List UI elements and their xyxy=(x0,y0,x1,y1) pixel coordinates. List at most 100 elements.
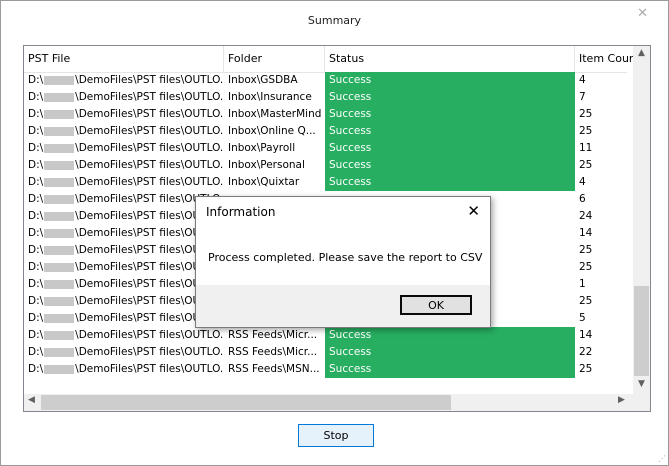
information-dialog: Information ✕ Process completed. Please … xyxy=(195,196,491,328)
cell-pst-file: D:\ \DemoFiles\PST files\OUTLO... xyxy=(24,276,224,293)
ok-button[interactable]: OK xyxy=(400,295,472,315)
stop-button[interactable]: Stop xyxy=(298,424,374,447)
cell-status: Success xyxy=(325,89,575,106)
column-header-status[interactable]: Status xyxy=(325,46,575,72)
table-row[interactable]: D:\ \DemoFiles\PST files\OUTLO... Inbox\On… xyxy=(24,123,627,140)
cell-pst-file: D:\ \DemoFiles\PST files\OUTLO... xyxy=(24,123,224,140)
cell-status: Success xyxy=(325,344,575,361)
redacted-path-segment xyxy=(44,313,75,323)
redacted-path-segment xyxy=(44,245,75,255)
cell-pst-file: D:\ \DemoFiles\PST files\OUTLO... xyxy=(24,208,224,225)
cell-pst-file: D:\ \DemoFiles\PST files\OUTLO... xyxy=(24,310,224,327)
path-suffix: \DemoFiles\PST files\OUTLO... xyxy=(75,329,224,341)
cell-status: Success xyxy=(325,361,575,378)
path-prefix: D:\ xyxy=(28,261,44,273)
path-prefix: D:\ xyxy=(28,346,44,358)
table-row[interactable]: D:\ \DemoFiles\PST files\OUTLO... Inbox\In… xyxy=(24,89,627,106)
cell-pst-file: D:\ \DemoFiles\PST files\OUTLO... xyxy=(24,157,224,174)
cell-pst-file: D:\ \DemoFiles\PST files\OUTLO... xyxy=(24,293,224,310)
cell-pst-file: D:\ \DemoFiles\PST files\OUTLO... xyxy=(24,242,224,259)
cell-pst-file: D:\ \DemoFiles\PST files\OUTLO... xyxy=(24,259,224,276)
cell-pst-file: D:\ \DemoFiles\PST files\OUTLO... xyxy=(24,140,224,157)
cell-folder: Inbox\Online Q... xyxy=(228,125,316,137)
redacted-path-segment xyxy=(44,330,75,340)
cell-pst-file: D:\ \DemoFiles\PST files\OUTLO... xyxy=(24,361,224,378)
path-prefix: D:\ xyxy=(28,74,44,86)
path-prefix: D:\ xyxy=(28,176,44,188)
horizontal-scrollbar[interactable]: ◀ ▶ xyxy=(24,394,650,411)
cell-status: Success xyxy=(325,327,575,344)
redacted-path-segment xyxy=(44,262,75,272)
cell-pst-file: D:\ \DemoFiles\PST files\OUTLO... xyxy=(24,225,224,242)
redacted-path-segment xyxy=(44,347,75,357)
horizontal-scroll-thumb[interactable] xyxy=(41,395,451,410)
path-prefix: D:\ xyxy=(28,210,44,222)
resize-grip-icon[interactable]: ⋰ xyxy=(658,454,666,463)
dialog-close-icon[interactable]: ✕ xyxy=(467,202,480,220)
cell-pst-file: D:\ \DemoFiles\PST files\OUTLO... xyxy=(24,191,224,208)
cell-folder: Inbox\Payroll xyxy=(228,142,296,154)
path-prefix: D:\ xyxy=(28,91,44,103)
redacted-path-segment xyxy=(44,75,75,85)
close-icon[interactable]: ✕ xyxy=(637,6,648,21)
table-row[interactable]: D:\ \DemoFiles\PST files\OUTLO... RSS Feed… xyxy=(24,344,627,361)
table-row[interactable]: D:\ \DemoFiles\PST files\OUTLO... Inbox\Pe… xyxy=(24,157,627,174)
table-row[interactable]: D:\ \DemoFiles\PST files\OUTLO... Inbox\Qu… xyxy=(24,174,627,191)
scroll-right-icon[interactable]: ▶ xyxy=(618,395,625,405)
path-prefix: D:\ xyxy=(28,329,44,341)
cell-folder: Inbox\Insurance xyxy=(228,91,312,103)
cell-status: Success xyxy=(325,72,575,89)
redacted-path-segment xyxy=(44,126,75,136)
cell-folder: RSS Feeds\Micr... xyxy=(228,346,318,358)
path-suffix: \DemoFiles\PST files\OUTLO... xyxy=(75,91,224,103)
table-row[interactable]: D:\ \DemoFiles\PST files\OUTLO... RSS Feed… xyxy=(24,361,627,378)
redacted-path-segment xyxy=(44,296,75,306)
redacted-path-segment xyxy=(44,177,75,187)
cell-pst-file: D:\ \DemoFiles\PST files\OUTLO... xyxy=(24,72,224,89)
table-row[interactable]: D:\ \DemoFiles\PST files\OUTLO... Inbox\Ma… xyxy=(24,106,627,123)
table-row[interactable]: D:\ \DemoFiles\PST files\OUTLO... Inbox\GS… xyxy=(24,72,627,89)
path-prefix: D:\ xyxy=(28,295,44,307)
cell-pst-file: D:\ \DemoFiles\PST files\OUTLO... xyxy=(24,89,224,106)
cell-folder: Inbox\GSDBA xyxy=(228,74,298,86)
cell-pst-file: D:\ \DemoFiles\PST files\OUTLO... xyxy=(24,106,224,123)
column-header-folder[interactable]: Folder xyxy=(224,46,325,72)
cell-pst-file: D:\ \DemoFiles\PST files\OUTLO... xyxy=(24,174,224,191)
cell-status: Success xyxy=(325,174,575,191)
cell-status: Success xyxy=(325,123,575,140)
cell-folder: Inbox\MasterMind xyxy=(228,108,322,120)
path-prefix: D:\ xyxy=(28,312,44,324)
path-suffix: \DemoFiles\PST files\OUTLO... xyxy=(75,363,224,375)
path-prefix: D:\ xyxy=(28,227,44,239)
table-row[interactable]: D:\ \DemoFiles\PST files\OUTLO... Inbox\Pa… xyxy=(24,140,627,157)
path-prefix: D:\ xyxy=(28,278,44,290)
path-suffix: \DemoFiles\PST files\OUTLO... xyxy=(75,74,224,86)
path-prefix: D:\ xyxy=(28,108,44,120)
scroll-up-icon[interactable]: ▲ xyxy=(633,48,650,58)
scroll-corner xyxy=(633,394,650,411)
path-prefix: D:\ xyxy=(28,142,44,154)
path-suffix: \DemoFiles\PST files\OUTLO... xyxy=(75,346,224,358)
path-suffix: \DemoFiles\PST files\OUTLO... xyxy=(75,176,224,188)
redacted-path-segment xyxy=(44,211,75,221)
cell-folder: Inbox\Quixtar xyxy=(228,176,300,188)
path-prefix: D:\ xyxy=(28,159,44,171)
vertical-scroll-thumb[interactable] xyxy=(634,286,649,376)
dialog-body: Information ✕ Process completed. Please … xyxy=(196,197,490,285)
cell-folder: RSS Feeds\MSN... xyxy=(228,363,320,375)
vertical-scrollbar[interactable]: ▲ ▼ xyxy=(633,46,650,394)
scroll-down-icon[interactable]: ▼ xyxy=(633,379,650,389)
dialog-title: Information xyxy=(206,205,276,219)
path-prefix: D:\ xyxy=(28,363,44,375)
cell-status: Success xyxy=(325,106,575,123)
redacted-path-segment xyxy=(44,109,75,119)
column-header-pst-file[interactable]: PST File xyxy=(24,46,224,72)
grid-header: PST File Folder Status Item Count xyxy=(24,46,645,73)
cell-folder: Inbox\Personal xyxy=(228,159,305,171)
redacted-path-segment xyxy=(44,92,75,102)
redacted-path-segment xyxy=(44,160,75,170)
table-row[interactable]: D:\ \DemoFiles\PST files\OUTLO... RSS Feed… xyxy=(24,327,627,344)
scroll-left-icon[interactable]: ◀ xyxy=(28,395,35,405)
path-prefix: D:\ xyxy=(28,125,44,137)
path-suffix: \DemoFiles\PST files\OUTLO... xyxy=(75,159,224,171)
